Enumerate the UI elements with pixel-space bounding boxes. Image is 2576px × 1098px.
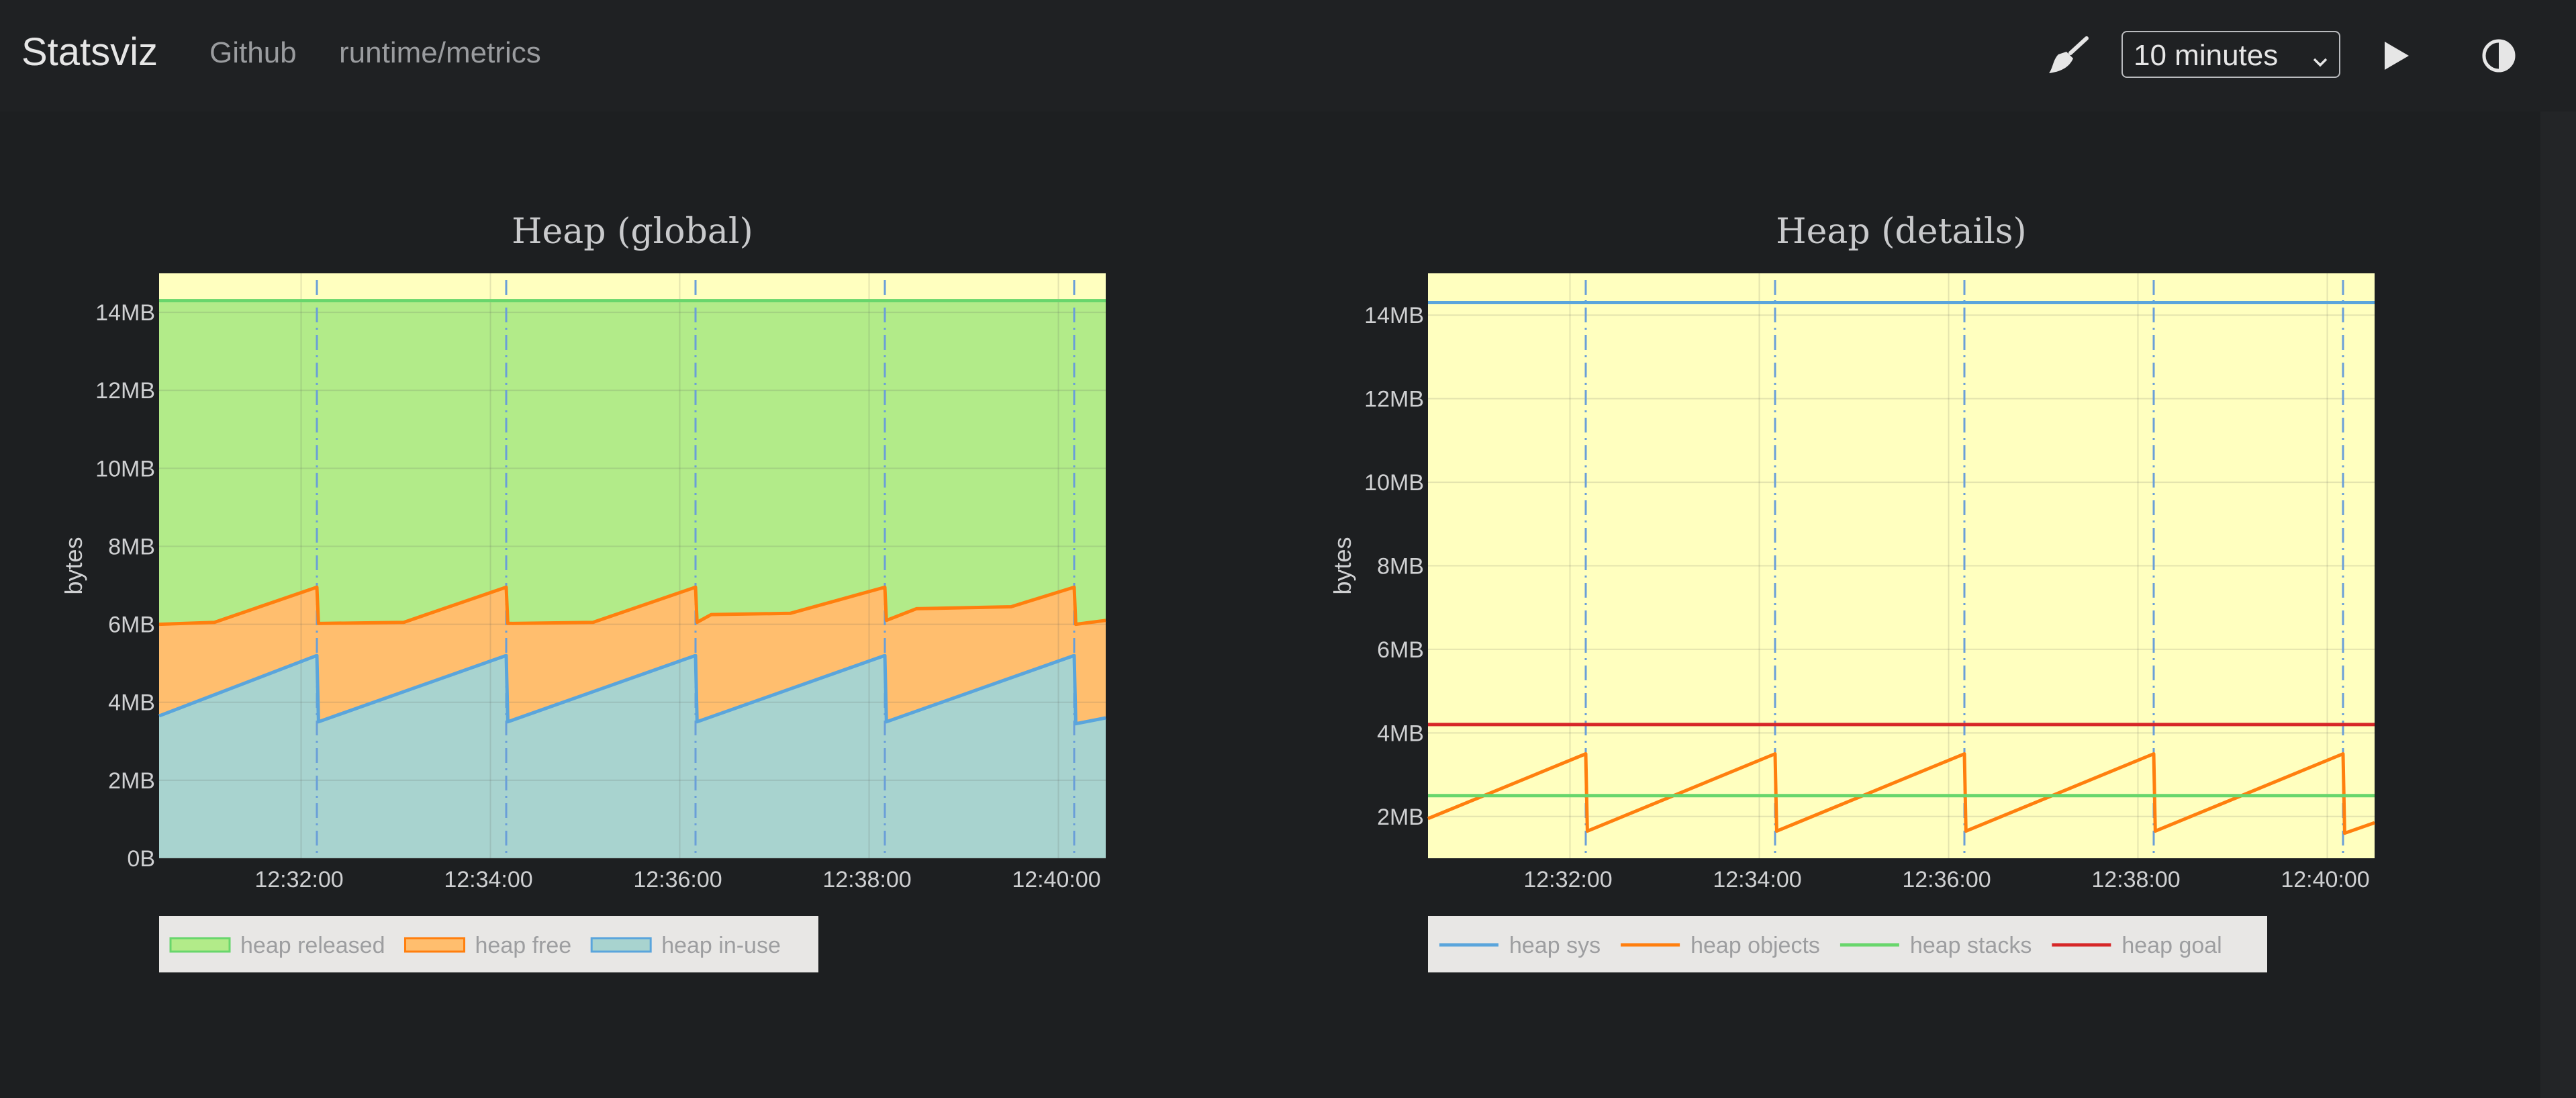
x-tick-label: 12:34:00 [1713, 867, 1801, 893]
y-tick-label: 10MB [95, 456, 155, 482]
clear-button[interactable] [2041, 29, 2095, 83]
time-range-select[interactable]: 10 minutes [2121, 31, 2340, 78]
y-tick-label: 4MB [1377, 721, 1424, 746]
legend-label: heap released [240, 933, 385, 958]
y-tick-label: 8MB [108, 534, 155, 559]
heap-global-chart: Heap (global) 0B 2MB 4MB 6MB 8MB 10MB 12MB 14MB 1… [60, 212, 1106, 972]
y-tick-label: 6MB [108, 612, 155, 638]
play-icon [2385, 42, 2409, 70]
y-tick-label: 8MB [1377, 554, 1424, 580]
x-tick-label: 12:32:00 [1523, 867, 1612, 893]
x-tick-label: 12:40:00 [2281, 867, 2369, 893]
chart-title: Heap (global) [512, 212, 753, 252]
nav-link-github[interactable]: Github [209, 36, 297, 70]
chevron-down-icon [2311, 46, 2330, 79]
x-tick-label: 12:38:00 [822, 867, 911, 893]
legend-label: heap free [475, 933, 572, 958]
y-tick-label: 10MB [1364, 470, 1424, 496]
x-tick-label: 12:34:00 [444, 867, 532, 893]
y-tick-label: 4MB [108, 690, 155, 716]
x-tick-label: 12:38:00 [2091, 867, 2180, 893]
legend-swatch [404, 937, 466, 953]
x-tick-label: 12:36:00 [1902, 867, 1991, 893]
heap-details-chart: Heap (details) 2MB 4MB 6MB 8MB 10MB 12MB 14MB 12… [1329, 212, 2375, 972]
y-axis-label: bytes [60, 537, 87, 594]
broom-icon [2049, 36, 2089, 73]
navbar: Statsviz Github runtime/metrics 10 minut… [0, 0, 2576, 111]
y-tick-label: 12MB [1364, 387, 1424, 412]
y-tick-label: 14MB [95, 300, 155, 326]
legend-label: heap stacks [1910, 933, 2032, 958]
legend-label: heap sys [1509, 933, 1601, 958]
legend-swatch [590, 937, 652, 953]
y-axis-label: bytes [1329, 537, 1356, 594]
brand-title[interactable]: Statsviz [21, 30, 158, 75]
y-tick-label: 12MB [95, 378, 155, 404]
time-range-value: 10 minutes [2134, 39, 2279, 72]
y-tick-label: 0B [127, 846, 155, 872]
y-tick-label: 2MB [1377, 805, 1424, 830]
contrast-icon [2482, 39, 2516, 73]
page-scrollbar[interactable] [2540, 111, 2576, 1098]
x-tick-label: 12:40:00 [1012, 867, 1100, 893]
chart-title: Heap (details) [1776, 212, 2026, 252]
x-tick-label: 12:32:00 [254, 867, 343, 893]
x-tick-label: 12:36:00 [633, 867, 722, 893]
play-button[interactable] [2369, 29, 2422, 83]
legend-label: heap in-use [661, 933, 781, 958]
y-tick-label: 14MB [1364, 303, 1424, 328]
legend-label: heap goal [2121, 933, 2222, 958]
legend-swatch [169, 937, 231, 953]
theme-toggle-button[interactable] [2472, 29, 2526, 83]
nav-link-runtime-metrics[interactable]: runtime/metrics [339, 36, 541, 70]
legend-label: heap objects [1690, 933, 1820, 958]
y-tick-label: 6MB [1377, 637, 1424, 663]
legend: heap released heap free heap in-use [159, 916, 818, 972]
legend: heap sys heap objects heap stacks heap goal [1428, 916, 2267, 972]
y-tick-label: 2MB [108, 768, 155, 794]
